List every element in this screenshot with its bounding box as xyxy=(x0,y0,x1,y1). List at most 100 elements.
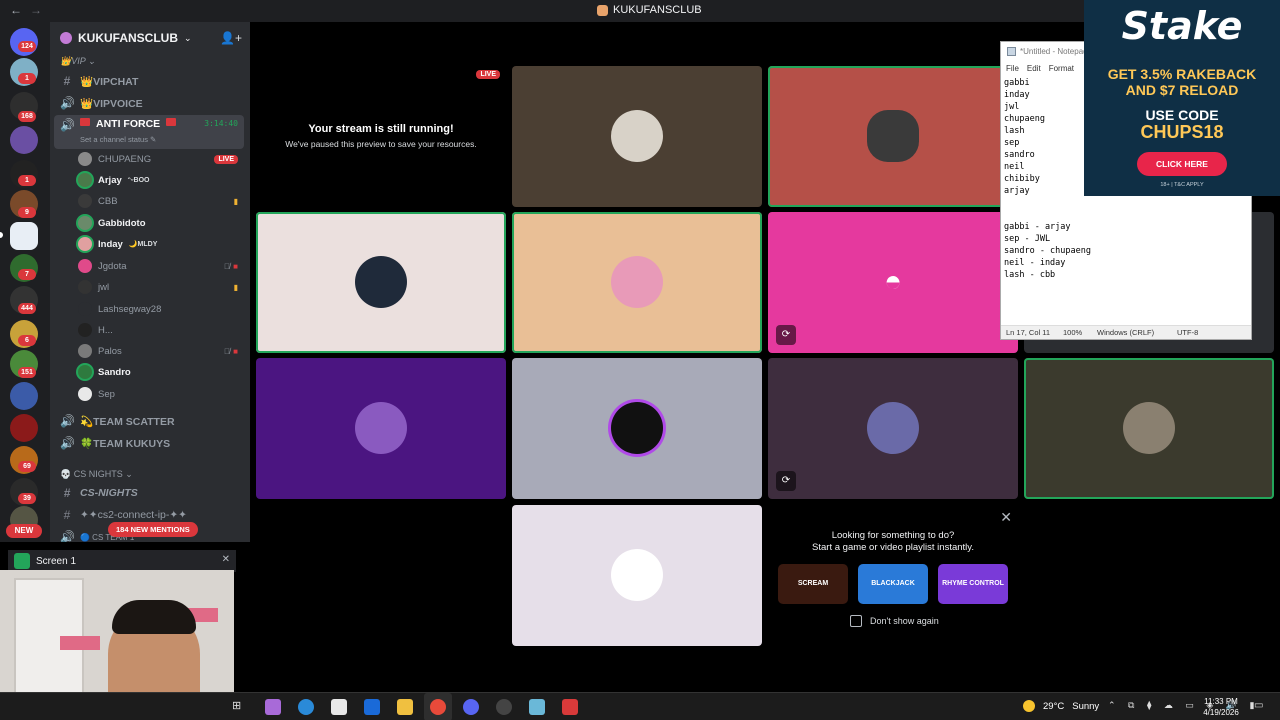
member-name: Arjay xyxy=(98,174,122,186)
participant-tile[interactable] xyxy=(256,358,506,499)
game-card[interactable]: RHYME CONTROL xyxy=(938,564,1008,604)
channel-sidebar: KUKUFANSCLUB ⌄ 👤+ 👑VIP ⌄ # 👑VIPCHAT 🔊 👑V… xyxy=(50,22,250,542)
outlook-icon[interactable] xyxy=(364,699,380,715)
app-icon[interactable] xyxy=(562,699,578,715)
voice-member[interactable]: Inday 🌙MLDY xyxy=(78,234,244,254)
weather-condition: Sunny xyxy=(1072,700,1100,712)
obs-icon[interactable] xyxy=(496,699,512,715)
avatar xyxy=(78,173,92,187)
forward-arrow-icon[interactable]: → xyxy=(30,3,42,17)
participant-tile[interactable]: ◓ ⟳ xyxy=(768,212,1018,353)
channel-vipchat[interactable]: # 👑VIPCHAT xyxy=(60,71,139,91)
clock-time: 11:33 PM xyxy=(1204,697,1238,706)
clock-date: 4/19/2026 xyxy=(1203,708,1239,717)
voice-member[interactable]: Lashsegway28 xyxy=(78,299,244,319)
voice-member[interactable]: H... xyxy=(78,320,244,340)
server-icon[interactable] xyxy=(10,382,38,410)
voice-member[interactable]: Sandro xyxy=(78,362,244,382)
participant-tile[interactable] xyxy=(512,66,762,207)
participant-tile[interactable] xyxy=(768,66,1018,207)
encoding: UTF-8 xyxy=(1177,328,1199,337)
menu-format[interactable]: Format xyxy=(1049,64,1074,73)
avatar xyxy=(611,110,663,162)
channel-team-scatter[interactable]: 🔊 💫TEAM SCATTER xyxy=(60,411,175,431)
edge-icon[interactable] xyxy=(298,699,314,715)
server-icon xyxy=(597,4,608,16)
deafened-icon: ■ xyxy=(233,346,238,356)
notification-icon[interactable]: ▭ xyxy=(1254,700,1263,711)
category-vip[interactable]: 👑VIP ⌄ xyxy=(60,56,95,67)
channel-anti-force[interactable]: 🔊 ANTI FORCE 3:14:40 Set a channel statu… xyxy=(54,115,244,149)
channel-status[interactable]: Set a channel status ✎ xyxy=(80,135,156,144)
channel-cs-nights[interactable]: # CS-NIGHTS xyxy=(60,483,138,503)
line-ending: Windows (CRLF) xyxy=(1097,328,1155,337)
voice-member[interactable]: jwl ▮ xyxy=(78,277,244,297)
screen-share-panel[interactable]: Screen 1 ✕ xyxy=(8,550,236,572)
ad-code-label: USE CODE xyxy=(1145,107,1219,123)
menu-edit[interactable]: Edit xyxy=(1027,64,1041,73)
store-icon[interactable] xyxy=(331,699,347,715)
participant-tile[interactable] xyxy=(256,212,506,353)
activity-suggestion: ✕ Looking for something to do? Start a g… xyxy=(768,505,1018,645)
ad-cta-button[interactable]: CLICK HERE xyxy=(1137,152,1227,176)
channel-vipvoice[interactable]: 🔊 👑VIPVOICE xyxy=(60,93,143,113)
category-cs-nights[interactable]: 💀 CS NIGHTS ⌄ xyxy=(60,469,133,480)
avatar xyxy=(78,216,92,230)
participant-tile[interactable] xyxy=(512,358,762,499)
participant-tile[interactable] xyxy=(512,212,762,353)
participant-tile[interactable]: ⟳ xyxy=(768,358,1018,499)
participant-tile[interactable] xyxy=(512,505,762,646)
voice-member[interactable]: Sep xyxy=(78,384,244,404)
participant-tile[interactable] xyxy=(1024,358,1274,499)
new-badge[interactable]: NEW xyxy=(6,524,42,538)
window-title-text: KUKUFANSCLUB xyxy=(613,4,702,16)
notepad-menu: File Edit Format xyxy=(1006,64,1074,73)
close-icon[interactable]: ✕ xyxy=(222,554,230,565)
voice-member[interactable]: Jgdota 🎙̸ ■ xyxy=(78,256,244,276)
stream-paused-tile[interactable]: LIVE Your stream is still running! We've… xyxy=(256,66,506,207)
dont-show-checkbox[interactable] xyxy=(850,615,862,627)
voice-member[interactable]: Arjay ᵔᵕBOO xyxy=(78,170,244,190)
server-icon[interactable] xyxy=(10,414,38,442)
menu-file[interactable]: File xyxy=(1006,64,1019,73)
chrome-icon[interactable] xyxy=(430,699,446,715)
voice-member[interactable]: CBB ▮ xyxy=(78,191,244,211)
streamer-hair xyxy=(112,600,196,634)
text-channel-icon: # xyxy=(63,74,71,88)
selected-server-indicator xyxy=(0,232,3,238)
weather-widget[interactable]: 29°C Sunny xyxy=(1023,700,1099,712)
back-arrow-icon[interactable]: ← xyxy=(10,3,22,17)
voice-member[interactable]: Palos 🎙̸ ■ xyxy=(78,341,244,361)
voice-member[interactable]: CHUPAENG LIVE xyxy=(78,149,244,169)
game-card[interactable]: SCREAM xyxy=(778,564,848,604)
channel-team-kukuys[interactable]: 🔊 🍀TEAM KUKUYS xyxy=(60,433,170,453)
sun-icon xyxy=(1023,700,1035,712)
dont-show-again[interactable]: Don't show again xyxy=(850,615,939,627)
stream-icon[interactable]: ⟳ xyxy=(776,325,796,345)
file-explorer-icon[interactable] xyxy=(397,699,413,715)
member-name: Sandro xyxy=(98,366,131,378)
server-icon[interactable] xyxy=(10,126,38,154)
mic-muted-icon: 🎙̸ xyxy=(224,346,231,356)
task-view-icon[interactable]: ⊞ xyxy=(232,699,248,715)
member-name: Lashsegway28 xyxy=(98,303,162,315)
discord-icon[interactable] xyxy=(463,699,479,715)
game-card[interactable]: BLACKJACK xyxy=(858,564,928,604)
new-mentions-pill[interactable]: 184 NEW MENTIONS xyxy=(108,522,198,537)
kukufansclub-server-icon[interactable] xyxy=(10,222,38,250)
notepad-app-icon[interactable] xyxy=(529,699,545,715)
stake-ad[interactable]: Stake GET 3.5% RAKEBACK AND $7 RELOAD US… xyxy=(1084,0,1280,196)
invite-icon[interactable]: 👤+ xyxy=(220,31,242,45)
member-name: Jgdota xyxy=(98,260,127,272)
stream-icon[interactable]: ⟳ xyxy=(776,471,796,491)
voice-member[interactable]: Gabbidoto xyxy=(78,213,244,233)
activity-title: Looking for something to do? xyxy=(831,530,955,541)
copilot-icon[interactable] xyxy=(265,699,281,715)
avatar xyxy=(611,256,663,308)
server-header[interactable]: KUKUFANSCLUB ⌄ 👤+ xyxy=(50,22,250,54)
clock[interactable]: 11:33 PM 4/19/2026 xyxy=(1196,696,1246,718)
close-icon[interactable]: ✕ xyxy=(1000,509,1012,526)
avatar xyxy=(867,110,919,162)
rail-badge: 168 xyxy=(18,111,36,122)
rail-badge: 9 xyxy=(18,207,36,218)
